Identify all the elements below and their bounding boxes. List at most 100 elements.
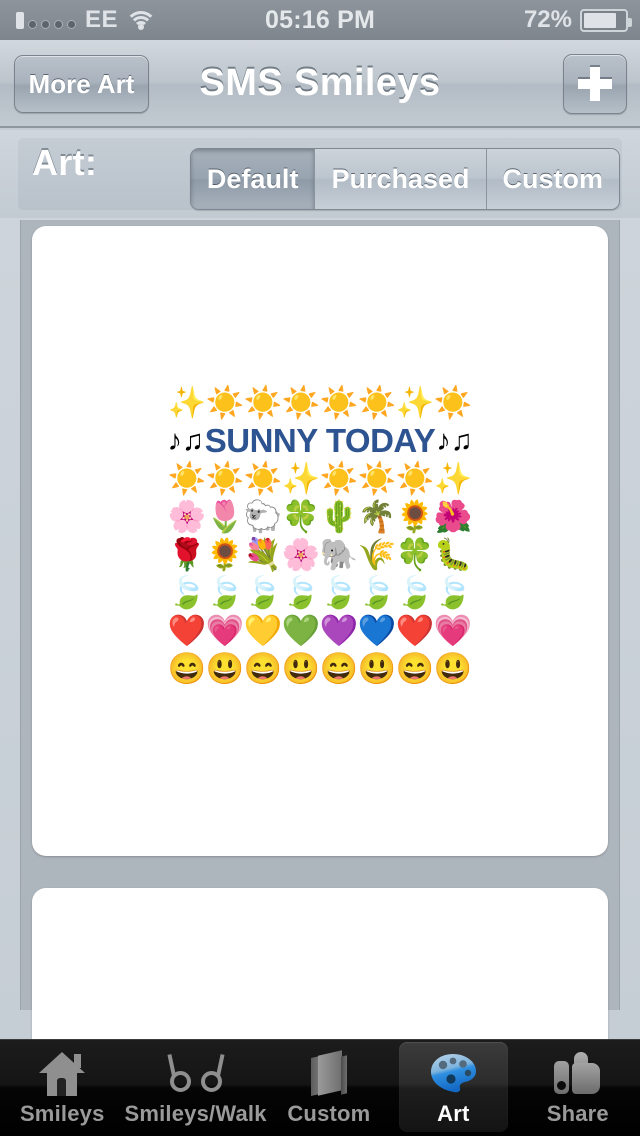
segment-default[interactable]: Default <box>190 149 316 209</box>
art-row: 🍃 🍃 🍃 🍃 🍃 🍃 🍃 🍃 <box>168 574 473 612</box>
art-emoji: 😃 <box>357 651 397 686</box>
book-icon <box>303 1048 355 1098</box>
art-row: 😄 😃 😄 😃 😄 😃 😄 😃 <box>168 650 473 688</box>
art-emoji: 🍃 <box>243 575 283 610</box>
art-row-text: ♪♫ SUNNY TODAY ♪♫ <box>168 422 473 460</box>
thumbs-up-icon <box>552 1048 604 1098</box>
art-emoji: 😄 <box>167 651 207 686</box>
tab-label: Art <box>437 1101 470 1126</box>
art-emoji: 🍃 <box>205 575 245 610</box>
art-emoji: 😃 <box>433 651 473 686</box>
art-row: 🌸 🌷 🐑 🍀 🌵 🌴 🌻 🌺 <box>168 498 473 536</box>
art-emoji: ☀️ <box>205 385 245 420</box>
art-emoji: 💚 <box>281 613 321 648</box>
art-emoji: 🍃 <box>319 575 359 610</box>
art-emoji: ☀️ <box>433 385 473 420</box>
art-emoji: 🍃 <box>395 575 435 610</box>
art-card[interactable]: ✨ ☀️ ☀️ ☀️ ☀️ ☀️ ✨ ☀️ ♪♫ SUNNY TODAY ♪♫ <box>32 226 608 856</box>
tab-label: Smileys/Walk <box>124 1101 267 1126</box>
status-bar-right: 72% <box>523 0 632 40</box>
music-note-icon: ♪♫ <box>436 425 473 457</box>
art-emoji: ☀️ <box>319 461 359 496</box>
art-emoji: ❤️ <box>395 613 435 648</box>
art-row: ❤️ 💗 💛 💚 💜 💙 ❤️ 💗 <box>168 612 473 650</box>
art-emoji: ☀️ <box>205 461 245 496</box>
art-emoji: 🐘 <box>319 537 359 572</box>
art-emoji: 🍀 <box>281 499 321 534</box>
tab-smileys-walk[interactable]: Smileys/Walk <box>124 1040 266 1136</box>
art-emoji: 💗 <box>205 613 245 648</box>
battery-icon <box>580 8 632 32</box>
art-emoji: 🌹 <box>167 537 207 572</box>
tab-label: Custom <box>287 1101 371 1126</box>
art-emoji: ☀️ <box>167 461 207 496</box>
segment-custom[interactable]: Custom <box>486 149 619 209</box>
art-emoji: 🐛 <box>433 537 473 572</box>
palette-icon <box>427 1048 479 1098</box>
tab-custom[interactable]: Custom <box>267 1040 391 1136</box>
art-emoji: 😄 <box>319 651 359 686</box>
art-emoji: 🌾 <box>357 537 397 572</box>
art-row: 🌹 🌻 💐 🌸 🐘 🌾 🍀 🐛 <box>168 536 473 574</box>
art-emoji: 😄 <box>395 651 435 686</box>
art-card[interactable] <box>32 888 608 1044</box>
art-emoji: 😃 <box>281 651 321 686</box>
art-emoji: 🐑 <box>243 499 283 534</box>
art-emoji: 🍃 <box>357 575 397 610</box>
art-emoji: ✨ <box>281 461 321 496</box>
glasses-icon <box>167 1048 225 1098</box>
art-emoji: 🌴 <box>357 499 397 534</box>
art-headline: SUNNY TODAY <box>204 422 436 459</box>
tab-label: Smileys <box>19 1101 105 1126</box>
art-list[interactable]: ✨ ☀️ ☀️ ☀️ ☀️ ☀️ ✨ ☀️ ♪♫ SUNNY TODAY ♪♫ <box>0 218 640 1044</box>
art-emoji: ☀️ <box>243 461 283 496</box>
art-emoji: 🌻 <box>395 499 435 534</box>
art-emoji: 🌻 <box>205 537 245 572</box>
navigation-bar: More Art SMS Smileys <box>0 40 640 128</box>
art-emoji: 🍃 <box>167 575 207 610</box>
art-emoji: ☀️ <box>319 385 359 420</box>
tab-bar: Smileys Smileys/Walk Custom Art Share <box>0 1039 640 1136</box>
art-emoji: 😃 <box>205 651 245 686</box>
add-button[interactable] <box>563 54 627 114</box>
art-emoji: 💙 <box>357 613 397 648</box>
art-emoji: ☀️ <box>395 461 435 496</box>
art-emoji: 🌷 <box>205 499 245 534</box>
art-emoji: ☀️ <box>243 385 283 420</box>
art-emoji: 🍀 <box>395 537 435 572</box>
art-emoji: 💛 <box>243 613 283 648</box>
art-emoji: 🌺 <box>433 499 473 534</box>
art-emoji: 💜 <box>319 613 359 648</box>
app-screen: EE 05:16 PM 72% More Art SMS Smileys Art… <box>0 0 640 1136</box>
art-emoji: ☀️ <box>357 385 397 420</box>
art-emoji: ☀️ <box>357 461 397 496</box>
segment-purchased[interactable]: Purchased <box>315 149 487 209</box>
filter-label: Art: <box>32 142 98 183</box>
art-list-inner: ✨ ☀️ ☀️ ☀️ ☀️ ☀️ ✨ ☀️ ♪♫ SUNNY TODAY ♪♫ <box>20 220 620 1044</box>
art-row: ☀️ ☀️ ☀️ ✨ ☀️ ☀️ ☀️ ✨ <box>168 460 473 498</box>
tab-art[interactable]: Art <box>391 1040 515 1136</box>
tab-share[interactable]: Share <box>516 1040 640 1136</box>
status-bar: EE 05:16 PM 72% <box>0 0 640 40</box>
page-title: SMS Smileys <box>199 62 441 104</box>
art-emoji: 🍃 <box>433 575 473 610</box>
tab-smileys[interactable]: Smileys <box>0 1040 124 1136</box>
art-emoji: 🌸 <box>281 537 321 572</box>
battery-percent-label: 72% <box>523 6 572 33</box>
art-emoji: 🌸 <box>167 499 207 534</box>
art-emoji: ✨ <box>433 461 473 496</box>
art-emoji: 🌵 <box>319 499 359 534</box>
tab-label: Share <box>546 1101 609 1126</box>
art-emoji: 🍃 <box>281 575 321 610</box>
art-source-segmented-control[interactable]: Default Purchased Custom <box>189 148 620 210</box>
art-row: ✨ ☀️ ☀️ ☀️ ☀️ ☀️ ✨ ☀️ <box>168 384 473 422</box>
art-emoji: ✨ <box>167 385 207 420</box>
art-emoji: ☀️ <box>281 385 321 420</box>
art-emoji: ❤️ <box>167 613 207 648</box>
art-emoji: 💗 <box>433 613 473 648</box>
art-content: ✨ ☀️ ☀️ ☀️ ☀️ ☀️ ✨ ☀️ ♪♫ SUNNY TODAY ♪♫ <box>168 384 473 688</box>
art-emoji: ✨ <box>395 385 435 420</box>
art-emoji: 💐 <box>243 537 283 572</box>
art-emoji: 😄 <box>243 651 283 686</box>
music-note-icon: ♪♫ <box>167 425 204 457</box>
